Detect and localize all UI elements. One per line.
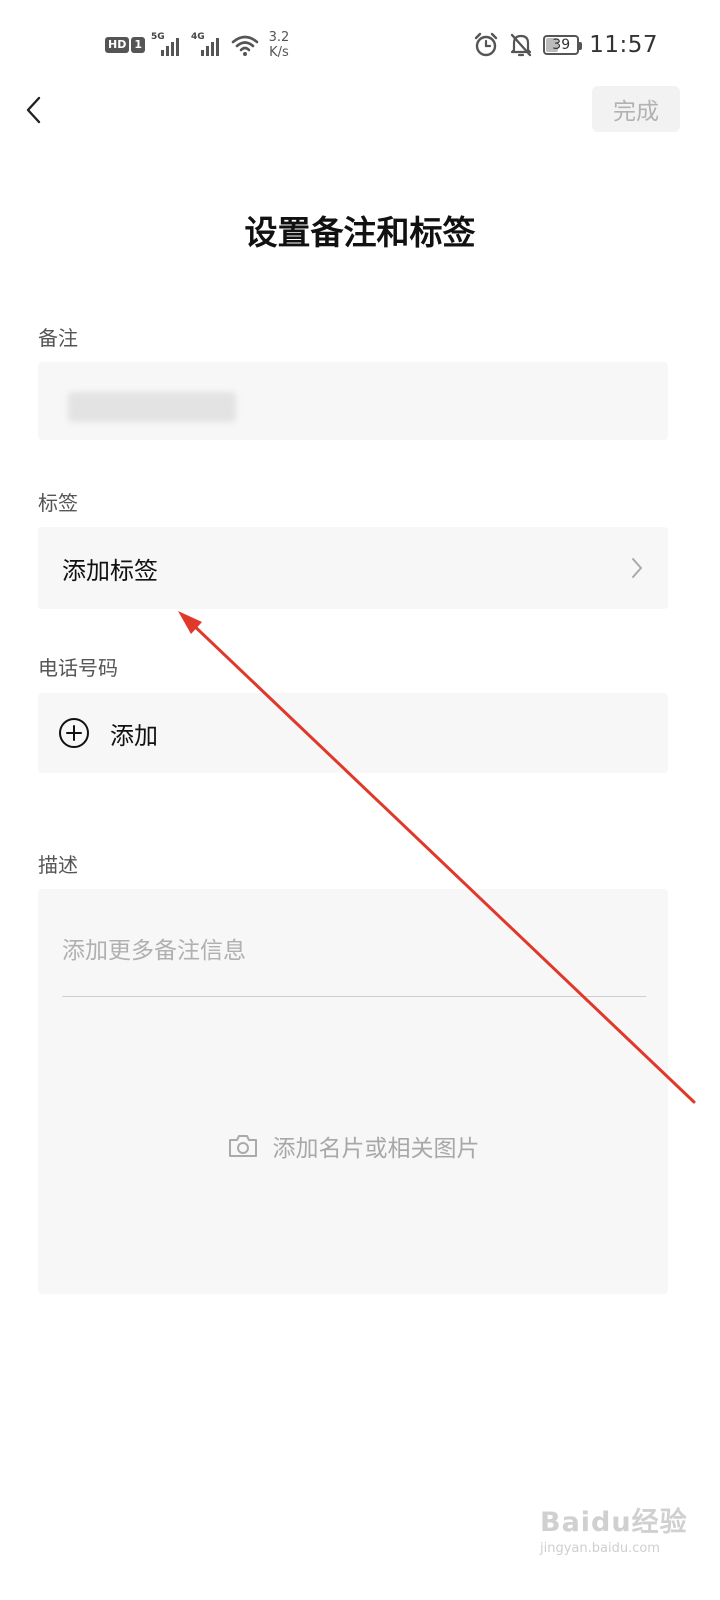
add-phone-label: 添加 — [110, 721, 158, 750]
plus-circle-icon — [59, 718, 89, 748]
status-bar: HD 1 5G 4G 3.2 K/s 39 11:57 — [0, 0, 720, 88]
battery-level: 39 — [552, 37, 571, 53]
page-title: 设置备注和标签 — [244, 213, 476, 252]
network-speed: 3.2 K/s — [265, 30, 293, 60]
add-photo-button[interactable]: 添加名片或相关图片 — [38, 1129, 668, 1163]
signal-icon: 5G — [151, 32, 185, 58]
speed-unit: K/s — [269, 45, 289, 60]
description-label: 描述 — [38, 853, 78, 877]
status-right: 39 11:57 — [473, 28, 658, 62]
battery-icon: 39 — [543, 35, 583, 55]
tags-label: 标签 — [38, 491, 78, 515]
camera-icon — [228, 1135, 257, 1157]
add-tag-label: 添加标签 — [62, 556, 158, 585]
hd-badge: HD 1 — [105, 37, 145, 53]
description-input[interactable] — [62, 925, 646, 997]
baidu-watermark: Baidu经验 jingyan.baidu.com — [540, 1500, 700, 1580]
add-phone-row[interactable]: 添加 — [38, 693, 668, 773]
add-tag-row[interactable]: 添加标签 — [38, 527, 668, 609]
watermark-url: jingyan.baidu.com — [540, 1541, 660, 1556]
back-button[interactable] — [14, 88, 54, 132]
done-button[interactable]: 完成 — [592, 86, 680, 132]
status-time: 11:57 — [589, 32, 658, 58]
speed-value: 3.2 — [268, 30, 290, 45]
phone-label: 电话号码 — [38, 656, 118, 680]
wifi-icon — [231, 35, 259, 56]
back-arrow-icon — [26, 96, 41, 124]
add-photo-label: 添加名片或相关图片 — [272, 1136, 480, 1162]
hd-label: HD — [105, 37, 130, 53]
remark-input[interactable] — [38, 362, 668, 440]
signal-icon: 4G — [191, 32, 225, 58]
remark-value-blurred — [68, 392, 236, 422]
status-left: HD 1 5G 4G 3.2 K/s — [105, 28, 293, 62]
mute-icon — [511, 33, 532, 57]
watermark-logo: Baidu经验 — [540, 1507, 688, 1538]
alarm-icon — [475, 32, 498, 57]
description-box: 添加名片或相关图片 — [38, 889, 668, 1294]
chevron-right-icon — [632, 558, 642, 578]
remark-label: 备注 — [38, 326, 78, 350]
sim-label: 1 — [131, 37, 145, 53]
